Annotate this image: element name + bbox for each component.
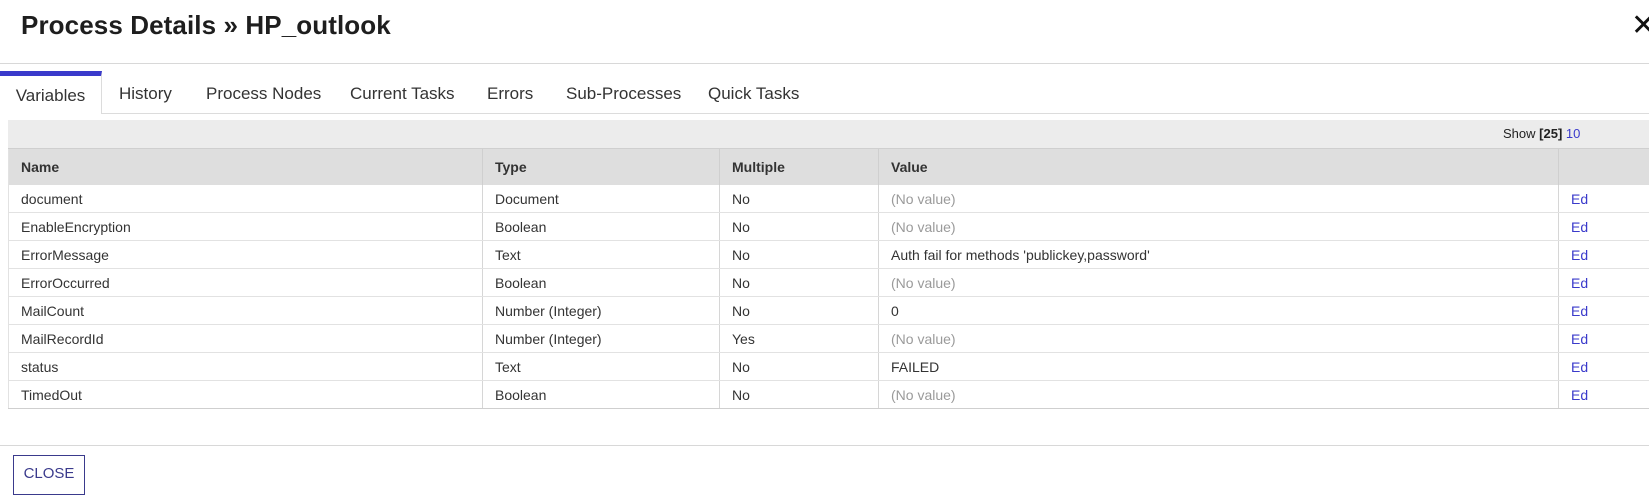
cell-value: 0 [878,296,1559,325]
tab-bar: Variables History Process Nodes Current … [0,71,1649,115]
tab-process-nodes[interactable]: Process Nodes [206,71,321,113]
edit-link[interactable]: Ed [1571,247,1588,263]
cell-type: Boolean [482,268,720,297]
cell-name: TimedOut [8,380,483,409]
process-details-dialog: Process Details » HP_outlook ✕ Variables… [0,0,1649,497]
column-header-value[interactable]: Value [878,149,1559,185]
cell-type: Text [482,240,720,269]
table-row: document Document No (No value) Ed [8,185,1649,213]
table-header-row: Name Type Multiple Value [8,149,1649,185]
cell-name: document [8,185,483,213]
cell-action: Ed [1558,185,1649,213]
cell-name: status [8,352,483,381]
footer-divider [0,445,1649,446]
cell-action: Ed [1558,296,1649,325]
tab-current-tasks[interactable]: Current Tasks [350,71,455,113]
table-toolbar: Show [25] 10 [8,120,1649,149]
edit-link[interactable]: Ed [1571,275,1588,291]
tab-variables[interactable]: Variables [0,71,102,115]
page-title: Process Details » HP_outlook [21,10,391,40]
cell-name: ErrorMessage [8,240,483,269]
page-size-option[interactable]: 10 [1566,126,1580,141]
page-size-current: [25] [1539,126,1563,141]
tab-sub-processes[interactable]: Sub-Processes [566,71,681,113]
cell-action: Ed [1558,240,1649,269]
edit-link[interactable]: Ed [1571,219,1588,235]
cell-value: (No value) [878,185,1559,213]
page-size-selector: Show [25] 10 [1503,126,1580,141]
column-header-actions [1558,149,1649,185]
column-header-multiple[interactable]: Multiple [719,149,879,185]
edit-link[interactable]: Ed [1571,191,1588,207]
cell-multiple: No [719,240,879,269]
variables-table: Name Type Multiple Value document Docume… [8,149,1649,409]
cell-type: Document [482,185,720,213]
edit-link[interactable]: Ed [1571,359,1588,375]
cell-name: MailCount [8,296,483,325]
cell-action: Ed [1558,324,1649,353]
tab-errors[interactable]: Errors [487,71,533,113]
table-row: MailRecordId Number (Integer) Yes (No va… [8,324,1649,353]
edit-link[interactable]: Ed [1571,303,1588,319]
column-header-name[interactable]: Name [8,149,483,185]
show-label: Show [1503,126,1536,141]
cell-type: Number (Integer) [482,324,720,353]
table-row: ErrorOccurred Boolean No (No value) Ed [8,268,1649,297]
cell-type: Number (Integer) [482,296,720,325]
cell-type: Text [482,352,720,381]
table-row: EnableEncryption Boolean No (No value) E… [8,212,1649,241]
column-header-type[interactable]: Type [482,149,720,185]
cell-multiple: No [719,380,879,409]
cell-multiple: No [719,268,879,297]
edit-link[interactable]: Ed [1571,387,1588,403]
close-icon[interactable]: ✕ [1631,9,1649,43]
cell-multiple: No [719,212,879,241]
cell-value: FAILED [878,352,1559,381]
cell-action: Ed [1558,212,1649,241]
cell-value: (No value) [878,268,1559,297]
cell-value: (No value) [878,324,1559,353]
cell-action: Ed [1558,352,1649,381]
cell-multiple: No [719,185,879,213]
cell-name: ErrorOccurred [8,268,483,297]
dialog-header: Process Details » HP_outlook ✕ [0,0,1649,64]
cell-value: Auth fail for methods 'publickey,passwor… [878,240,1559,269]
table-row: TimedOut Boolean No (No value) Ed [8,380,1649,409]
cell-type: Boolean [482,380,720,409]
table-row: MailCount Number (Integer) No 0 Ed [8,296,1649,325]
cell-value: (No value) [878,212,1559,241]
cell-name: MailRecordId [8,324,483,353]
cell-type: Boolean [482,212,720,241]
table-row: status Text No FAILED Ed [8,352,1649,381]
tab-quick-tasks[interactable]: Quick Tasks [708,71,799,113]
cell-multiple: No [719,352,879,381]
cell-action: Ed [1558,380,1649,409]
cell-value: (No value) [878,380,1559,409]
edit-link[interactable]: Ed [1571,331,1588,347]
cell-multiple: No [719,296,879,325]
table-row: ErrorMessage Text No Auth fail for metho… [8,240,1649,269]
cell-name: EnableEncryption [8,212,483,241]
close-button[interactable]: CLOSE [13,455,85,495]
cell-action: Ed [1558,268,1649,297]
cell-multiple: Yes [719,324,879,353]
tab-history[interactable]: History [119,71,172,113]
